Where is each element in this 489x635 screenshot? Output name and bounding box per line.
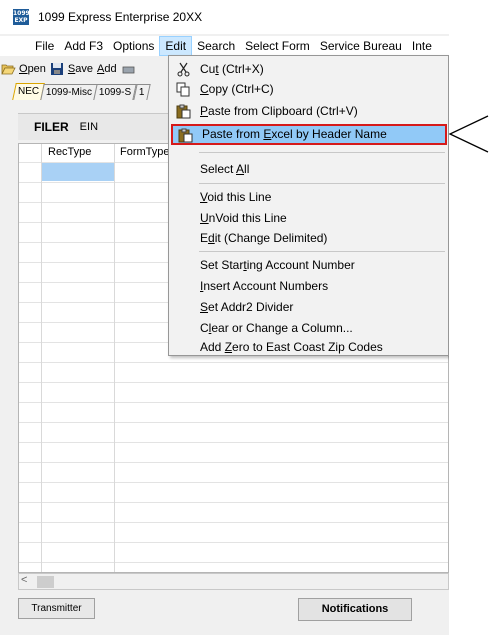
open-button[interactable]: Open bbox=[1, 62, 46, 76]
app-logo-icon: 1099 EXP bbox=[13, 9, 30, 25]
menu-item-set-addr2-divider[interactable]: Set Addr2 Divider bbox=[169, 297, 448, 317]
save-rest: ave bbox=[75, 63, 94, 75]
add-rest: dd bbox=[104, 63, 117, 75]
save-button[interactable]: Save bbox=[50, 62, 93, 76]
callout-arrow-icon bbox=[448, 115, 489, 153]
menu-item-insert-account-numbers[interactable]: Insert Account Numbers bbox=[169, 276, 448, 296]
status-bar: Transmitter Notifications bbox=[18, 598, 449, 621]
open-rest: pen bbox=[27, 63, 46, 75]
menu-options[interactable]: Options bbox=[108, 36, 159, 56]
tab-1099-misc[interactable]: 1099-Misc bbox=[40, 84, 98, 100]
open-key: O bbox=[19, 63, 28, 75]
column-header-formtype[interactable]: FormType bbox=[120, 146, 170, 158]
menu-item-paste-excel[interactable]: Paste from Excel by Header Name bbox=[171, 124, 447, 145]
notifications-button[interactable]: Notifications bbox=[298, 598, 412, 621]
menu-item-set-starting-account[interactable]: Set Starting Account Number bbox=[169, 255, 448, 275]
scissors-icon bbox=[177, 62, 190, 77]
menu-file[interactable]: File bbox=[30, 36, 59, 56]
menu-add[interactable]: Add F3 bbox=[59, 36, 108, 56]
copy-icon bbox=[176, 82, 190, 97]
menu-inte[interactable]: Inte bbox=[407, 36, 437, 56]
floppy-disk-icon bbox=[50, 63, 63, 75]
menu-item-void-line[interactable]: Void this Line bbox=[169, 187, 448, 207]
form-tabs: NEC 1099-Misc 1099-S 1 bbox=[12, 83, 150, 100]
menu-separator bbox=[199, 251, 445, 252]
save-key: S bbox=[67, 63, 76, 75]
menu-separator bbox=[199, 152, 445, 153]
add-key: A bbox=[97, 63, 105, 75]
horizontal-scrollbar[interactable]: < bbox=[18, 573, 449, 590]
menu-item-select-all[interactable]: Select All bbox=[169, 159, 448, 179]
printer-icon bbox=[122, 66, 135, 74]
menu-item-edit-change-delimited[interactable]: Edit (Change Delimited) bbox=[169, 228, 448, 248]
menu-separator bbox=[199, 183, 445, 184]
menu-item-clear-change-column[interactable]: Clear or Change a Column... bbox=[169, 318, 448, 338]
add-button[interactable]: Add bbox=[97, 62, 139, 76]
menu-select-form[interactable]: Select Form bbox=[240, 36, 315, 56]
menu-item-add-zero-zip[interactable]: Add Zero to East Coast Zip Codes bbox=[169, 337, 448, 357]
paste-icon bbox=[176, 104, 191, 119]
paste-icon bbox=[178, 128, 193, 143]
app-window: 1099 EXP 1099 Express Enterprise 20XX Fil… bbox=[0, 0, 449, 635]
menu-search[interactable]: Search bbox=[192, 36, 240, 56]
scroll-left-icon[interactable]: < bbox=[21, 574, 27, 586]
tab-partial[interactable]: 1 bbox=[132, 84, 150, 100]
title-bar: 1099 EXP 1099 Express Enterprise 20XX bbox=[0, 0, 449, 34]
column-header-rectype[interactable]: RecType bbox=[48, 146, 91, 158]
ein-label: EIN bbox=[79, 121, 99, 133]
menu-item-cut[interactable]: Cut (Ctrl+X) bbox=[169, 59, 448, 79]
menu-item-copy[interactable]: Copy (Ctrl+C) bbox=[169, 79, 448, 99]
scrollbar-thumb[interactable] bbox=[37, 576, 54, 588]
selected-cell[interactable] bbox=[42, 163, 114, 181]
menu-service-bureau[interactable]: Service Bureau bbox=[315, 36, 407, 56]
menu-bar: File Add F3 Options Edit Search Select F… bbox=[0, 36, 449, 56]
menu-item-unvoid-line[interactable]: UnVoid this Line bbox=[169, 208, 448, 228]
tab-1099-s[interactable]: 1099-S bbox=[93, 84, 138, 100]
window-title: 1099 Express Enterprise 20XX bbox=[38, 10, 203, 24]
menu-edit[interactable]: Edit bbox=[159, 36, 193, 56]
folder-open-icon bbox=[1, 64, 16, 75]
filer-label: FILER bbox=[34, 120, 69, 134]
menu-item-paste-clipboard[interactable]: Paste from Clipboard (Ctrl+V) bbox=[169, 101, 448, 121]
edit-dropdown-menu: Cut (Ctrl+X) Copy (Ctrl+C) Paste from Cl… bbox=[168, 55, 449, 356]
transmitter-button[interactable]: Transmitter bbox=[18, 598, 95, 619]
